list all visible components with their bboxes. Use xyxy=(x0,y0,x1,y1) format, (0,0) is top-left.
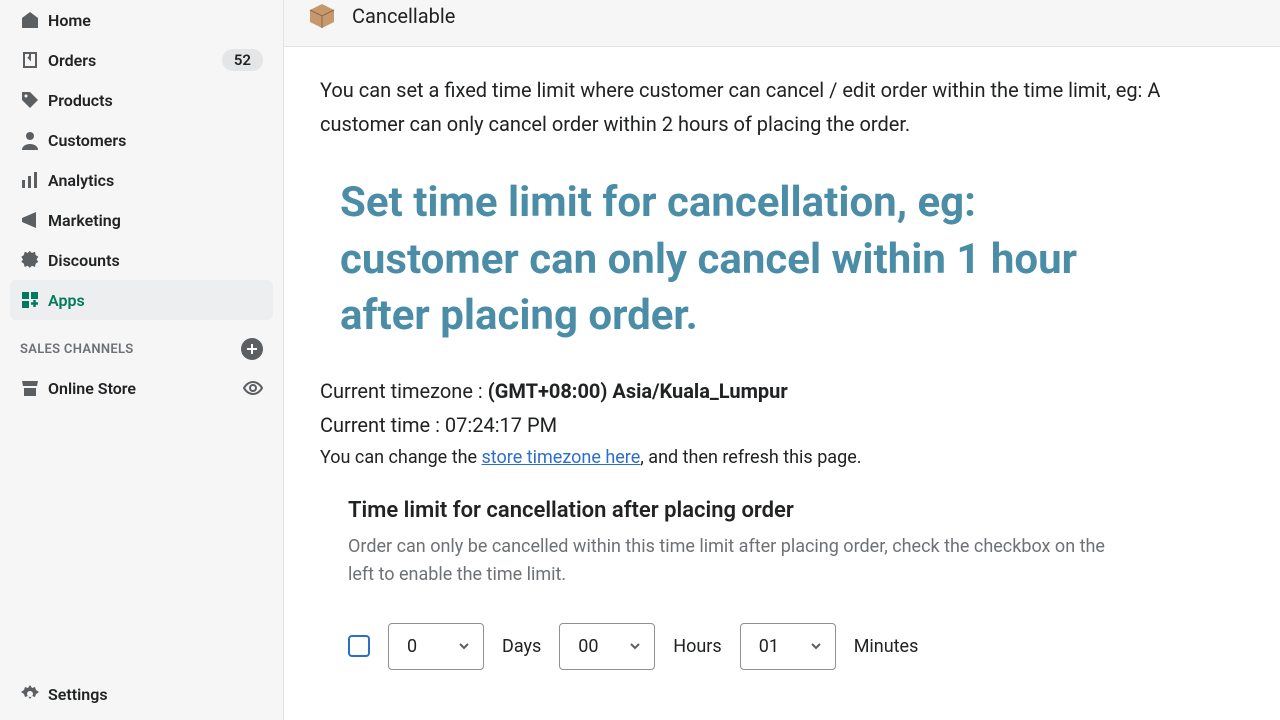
app-title: Cancellable xyxy=(352,4,455,28)
time-value: 07:24:17 PM xyxy=(445,413,557,437)
sidebar-item-orders[interactable]: Orders 52 xyxy=(10,40,273,80)
analytics-icon xyxy=(20,170,48,190)
timezone-line: Current timezone : (GMT+08:00) Asia/Kual… xyxy=(320,379,1244,403)
sidebar-item-settings[interactable]: Settings xyxy=(10,674,273,714)
sidebar-item-apps[interactable]: Apps xyxy=(10,280,273,320)
timezone-value: (GMT+08:00) Asia/Kuala_Lumpur xyxy=(488,379,788,403)
sidebar-item-products[interactable]: Products xyxy=(10,80,273,120)
hero-heading: Set time limit for cancellation, eg: cus… xyxy=(340,175,1160,345)
card-title: Time limit for cancellation after placin… xyxy=(348,498,1128,523)
tag-icon xyxy=(20,90,48,110)
sales-channels-header: SALES CHANNELS xyxy=(10,320,273,368)
sidebar-item-label: Marketing xyxy=(48,211,263,230)
add-channel-button[interactable] xyxy=(241,338,263,360)
hours-value: 00 xyxy=(578,636,598,657)
time-limit-row: 0 Days 00 Hours 01 Minutes xyxy=(348,623,1128,670)
minutes-select[interactable]: 01 xyxy=(740,623,836,670)
hours-select[interactable]: 00 xyxy=(559,623,655,670)
chevron-down-icon xyxy=(809,639,823,653)
minutes-label: Minutes xyxy=(854,636,919,657)
timezone-label: Current timezone : xyxy=(320,379,488,403)
view-store-button[interactable] xyxy=(243,378,263,398)
orders-badge: 52 xyxy=(222,49,263,71)
sidebar-item-label: Home xyxy=(48,11,263,30)
current-time-line: Current time : 07:24:17 PM xyxy=(320,413,1244,437)
orders-icon xyxy=(20,50,48,70)
chevron-down-icon xyxy=(457,639,471,653)
days-select[interactable]: 0 xyxy=(388,623,484,670)
sidebar-item-online-store[interactable]: Online Store xyxy=(10,368,273,408)
hours-label: Hours xyxy=(673,636,721,657)
sidebar-item-label: Online Store xyxy=(48,379,243,398)
sidebar-item-label: Discounts xyxy=(48,251,263,270)
card-description: Order can only be cancelled within this … xyxy=(348,533,1128,589)
sidebar-item-discounts[interactable]: Discounts xyxy=(10,240,273,280)
store-timezone-link[interactable]: store timezone here xyxy=(482,447,641,468)
time-limit-card: Time limit for cancellation after placin… xyxy=(348,498,1128,670)
section-title: SALES CHANNELS xyxy=(20,342,134,357)
days-value: 0 xyxy=(407,636,417,657)
app-header: Cancellable xyxy=(284,0,1280,47)
intro-text: You can set a fixed time limit where cus… xyxy=(320,73,1220,141)
days-label: Days xyxy=(502,636,541,657)
sidebar-item-label: Orders xyxy=(48,51,222,70)
megaphone-icon xyxy=(20,210,48,230)
sidebar-item-label: Settings xyxy=(48,685,263,704)
sidebar-item-label: Analytics xyxy=(48,171,263,190)
home-icon xyxy=(20,10,48,30)
enable-time-limit-checkbox[interactable] xyxy=(348,635,370,657)
sidebar: Home Orders 52 Products Customers Analyt… xyxy=(0,0,283,720)
time-label: Current time : xyxy=(320,413,445,437)
discount-icon xyxy=(20,250,48,270)
person-icon xyxy=(20,130,48,150)
main-content: Cancellable You can set a fixed time lim… xyxy=(283,0,1280,720)
sidebar-item-home[interactable]: Home xyxy=(10,0,273,40)
gear-icon xyxy=(20,684,48,704)
sidebar-item-label: Apps xyxy=(48,291,263,310)
timezone-hint: You can change the store timezone here, … xyxy=(320,447,1244,468)
sidebar-item-analytics[interactable]: Analytics xyxy=(10,160,273,200)
apps-icon xyxy=(20,290,48,310)
package-icon xyxy=(306,0,338,32)
sidebar-item-label: Products xyxy=(48,91,263,110)
chevron-down-icon xyxy=(628,639,642,653)
sidebar-item-marketing[interactable]: Marketing xyxy=(10,200,273,240)
minutes-value: 01 xyxy=(759,636,779,657)
sidebar-item-customers[interactable]: Customers xyxy=(10,120,273,160)
sidebar-item-label: Customers xyxy=(48,131,263,150)
store-icon xyxy=(20,378,48,398)
